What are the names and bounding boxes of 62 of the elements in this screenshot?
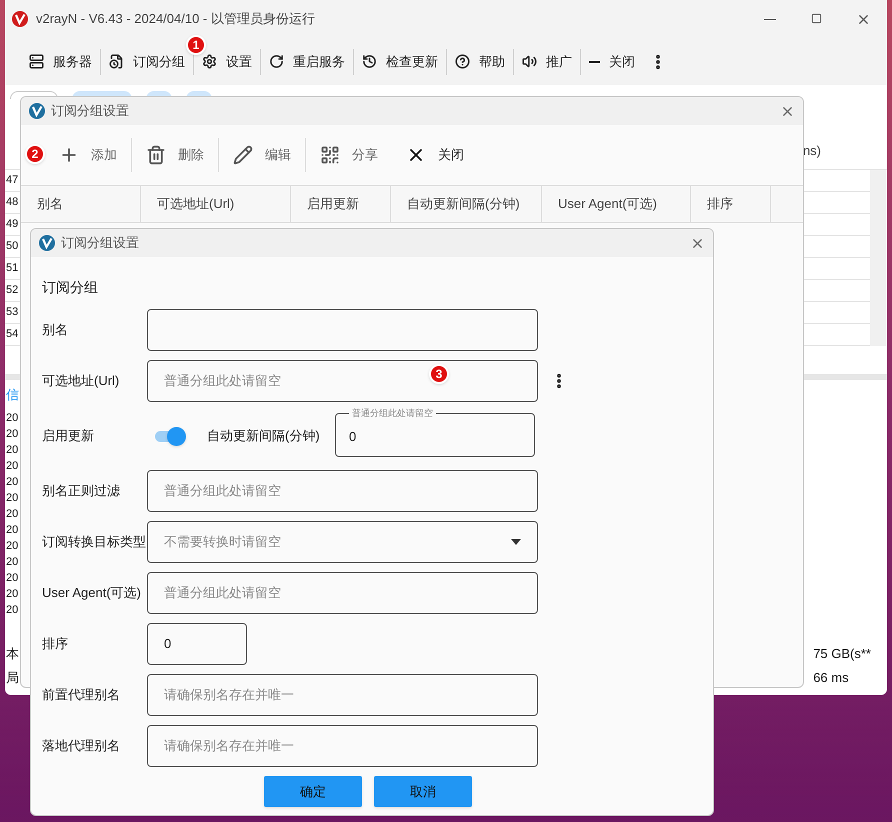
field-label: User Agent(可选) [42,584,142,602]
field-label: 可选地址(Url) [42,372,120,390]
toolbar-button[interactable]: 关闭 [392,137,478,173]
log-line: 20 [6,539,18,554]
row-number: 49 [5,217,18,232]
dialog-button[interactable]: 取消 [374,776,472,807]
log-line: 20 [6,475,18,490]
status-text: 75 GB(s** [813,645,871,663]
toolbar-button[interactable]: 重启服务 [262,44,352,78]
number-field[interactable]: 0 [147,623,247,665]
log-line: 20 [6,603,18,618]
interval-field[interactable]: 普通分组此处请留空 0 [335,409,535,457]
toolbar-button[interactable]: 分享 [306,137,392,173]
row-number: 47 [5,173,18,188]
toolbar-button[interactable]: 帮助 [448,44,512,78]
log-line: 20 [6,523,18,538]
log-line: 20 [6,411,18,426]
status-text: 66 ms [813,668,849,686]
field-label: 落地代理别名 [42,737,121,756]
log-line: 20 [6,459,18,474]
status-text: 局 [6,668,19,686]
column-header[interactable]: 别名 [21,186,141,222]
row-number: 50 [5,239,18,254]
row-number: 51 [5,261,18,276]
row-number: 48 [5,195,18,210]
field-label: 订阅转换目标类型 [42,533,147,552]
toolbar-button[interactable]: 服务器 [22,44,99,78]
row-number: 52 [5,283,18,298]
status-text: 本 [6,645,19,663]
field-label: 别名正则过滤 [42,482,121,500]
field-label: 启用更新 [42,427,95,446]
log-line: 20 [6,427,18,442]
log-line: 20 [6,443,18,458]
row-number: 54 [5,327,18,342]
column-header[interactable]: 可选地址(Url) [141,186,291,222]
column-header[interactable]: 自动更新间隔(分钟) [391,186,542,222]
column-header[interactable]: 排序 [691,186,771,222]
column-header[interactable]: ns) [802,141,821,161]
row-number: 53 [5,305,18,320]
field-label: 前置代理别名 [42,686,121,704]
floating-label: 普通分组此处请留空 [351,409,434,418]
column-header[interactable]: User Agent(可选) [542,186,691,222]
window-title: 订阅分组设置 [51,102,129,120]
window-title: v2rayN - V6.43 - 2024/04/10 - 以管理员身份运行 [36,10,315,28]
log-line: 20 [6,571,18,586]
log-line: 20 [6,491,18,506]
field-label: 自动更新间隔(分钟) [207,427,321,446]
log-line: 20 [6,555,18,570]
toolbar-button[interactable]: 关闭 [582,44,642,78]
toolbar-button[interactable]: 删除 [132,137,218,173]
section-title: 订阅分组 [42,278,99,297]
log-line: 20 [6,507,18,522]
toolbar-button[interactable]: 推广 [515,44,579,78]
toolbar-button[interactable]: 添加 [45,137,131,173]
window-title: 订阅分组设置 [61,234,139,252]
toolbar-button[interactable]: 检查更新 [355,44,445,78]
field-label: 排序 [42,635,69,654]
log-line: 20 [6,587,18,602]
toolbar-button[interactable]: 编辑 [219,137,305,173]
field-label: 别名 [42,321,69,340]
column-header[interactable]: 启用更新 [291,186,391,222]
dialog-button[interactable]: 确定 [264,776,362,807]
